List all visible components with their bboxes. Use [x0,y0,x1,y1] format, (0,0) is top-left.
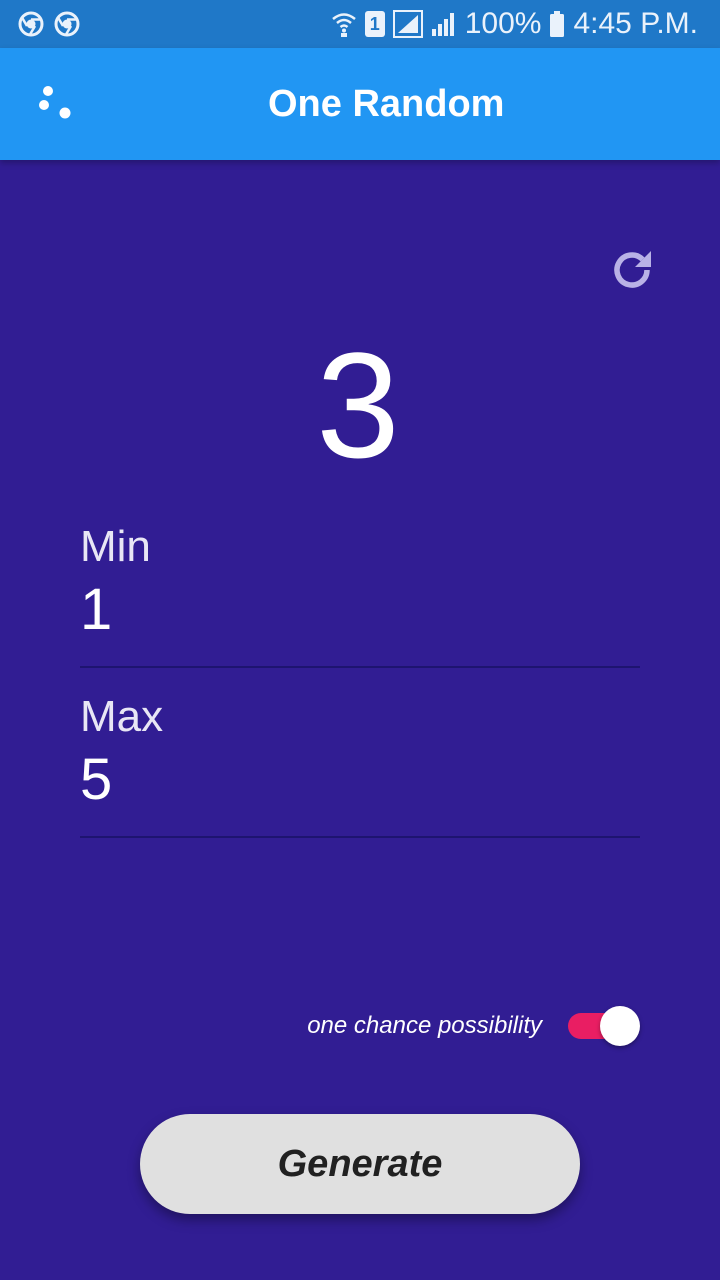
one-chance-label: one chance possibility [307,1012,542,1039]
chrome-icon [54,11,80,37]
battery-percentage: 100% [464,7,542,40]
app-bar: One Random [0,48,720,160]
max-input[interactable] [80,746,640,814]
three-dots-logo-icon [36,84,76,124]
status-bar-system: 1 100% 4:45 P.M. [331,6,698,42]
toggle-thumb [600,1006,640,1046]
status-bar-notifications [18,11,80,37]
signal-strength-icon [431,11,457,37]
status-clock: 4:45 P.M. [573,7,698,40]
random-result: 3 [316,321,400,489]
wifi-icon [331,10,357,38]
max-label: Max [80,692,164,741]
one-chance-toggle[interactable] [566,1004,642,1048]
app-screen: 1 100% 4:45 P.M. One Random 3 Min 1 Max … [0,0,720,1280]
max-field: Max [80,688,640,838]
refresh-button[interactable] [604,244,660,300]
min-label: Min [80,522,151,571]
sim-slot-badge: 1 [364,11,385,37]
chrome-icon [18,11,44,37]
min-field: Min [80,518,640,668]
battery-icon [549,11,565,37]
page-title: One Random [268,83,505,125]
signal-icon [392,10,423,38]
generate-button[interactable]: Generate [140,1114,580,1214]
min-input[interactable] [80,576,640,644]
status-bar: 1 100% 4:45 P.M. [0,0,720,48]
refresh-icon [609,247,655,298]
